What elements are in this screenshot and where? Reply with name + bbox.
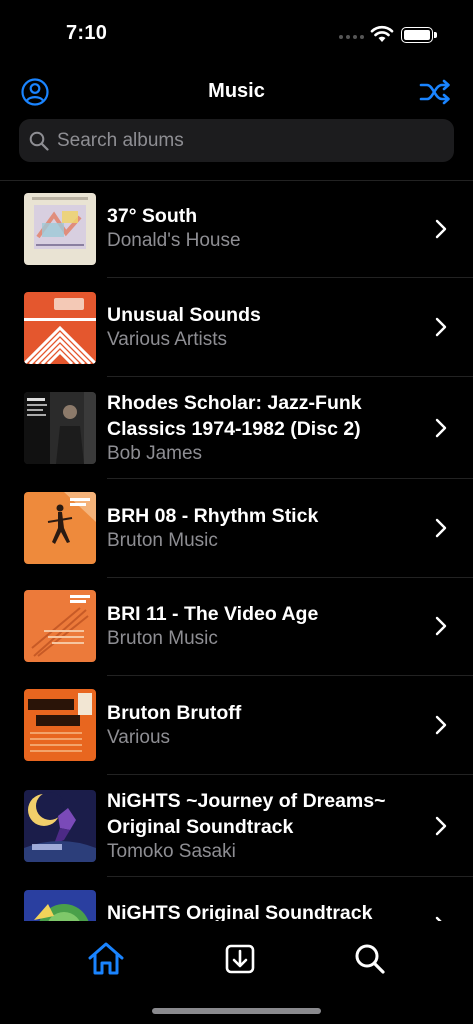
tab-home[interactable] (86, 939, 126, 979)
chevron-right-icon (435, 715, 447, 735)
album-artwork (24, 590, 96, 662)
album-row[interactable]: BRH 08 - Rhythm Stick Bruton Music (0, 479, 473, 578)
home-indicator (152, 1008, 321, 1014)
album-row[interactable]: Rhodes Scholar: Jazz-Funk Classics 1974-… (0, 377, 473, 479)
search-input[interactable] (57, 129, 437, 152)
cellular-signal-icon (339, 35, 364, 39)
album-artist: Various (107, 727, 171, 748)
album-artist: Tomoko Sasaki (107, 841, 236, 862)
chevron-right-icon (435, 219, 447, 239)
album-artwork (24, 492, 96, 564)
album-artist: Donald's House (107, 230, 241, 251)
chevron-right-icon (435, 418, 447, 438)
album-row[interactable]: BRI 11 - The Video Age Bruton Music (0, 578, 473, 676)
album-artist: Various Artists (107, 329, 228, 350)
album-artist: Bob James (107, 443, 203, 464)
chevron-right-icon (435, 317, 447, 337)
album-title: Unusual Sounds (107, 304, 261, 326)
album-row[interactable]: 37° South Donald's House (0, 180, 473, 278)
search-icon (29, 131, 49, 151)
album-list[interactable]: 37° South Donald's House Unusual Sounds … (0, 180, 473, 921)
shuffle-icon[interactable] (418, 77, 452, 107)
album-artwork (24, 790, 96, 862)
status-time: 7:10 (66, 22, 108, 44)
battery-icon (401, 27, 437, 43)
album-row[interactable]: Unusual Sounds Various Artists (0, 278, 473, 377)
album-title: NiGHTS ~Journey of Dreams~ Original Soun… (107, 790, 386, 838)
album-artwork (24, 689, 96, 761)
album-title: Rhodes Scholar: Jazz-Funk Classics 1974-… (107, 392, 362, 440)
album-title: BRH 08 - Rhythm Stick (107, 505, 319, 527)
album-row[interactable]: Bruton Brutoff Various (0, 676, 473, 775)
status-bar: 7:10 (0, 0, 473, 70)
album-title: Bruton Brutoff (107, 702, 242, 724)
album-row[interactable]: NiGHTS Original Soundtrack (0, 877, 473, 921)
album-artwork (24, 193, 96, 265)
album-artist: Bruton Music (107, 530, 218, 551)
album-row[interactable]: NiGHTS ~Journey of Dreams~ Original Soun… (0, 775, 473, 877)
tab-downloads[interactable] (220, 939, 260, 979)
album-artist: Bruton Music (107, 628, 218, 649)
chevron-right-icon (435, 816, 447, 836)
album-title: BRI 11 - The Video Age (107, 603, 319, 625)
search-bar[interactable] (19, 119, 454, 162)
album-title: NiGHTS Original Soundtrack (107, 902, 373, 921)
tab-search[interactable] (350, 939, 390, 979)
album-title: 37° South (107, 205, 198, 227)
chevron-right-icon (435, 616, 447, 636)
album-artwork (24, 890, 96, 921)
chevron-right-icon (435, 518, 447, 538)
album-artwork (24, 292, 96, 364)
page-title: Music (208, 80, 265, 102)
wifi-icon (370, 25, 394, 42)
album-artwork (24, 392, 96, 464)
navigation-bar: Music (0, 72, 473, 112)
